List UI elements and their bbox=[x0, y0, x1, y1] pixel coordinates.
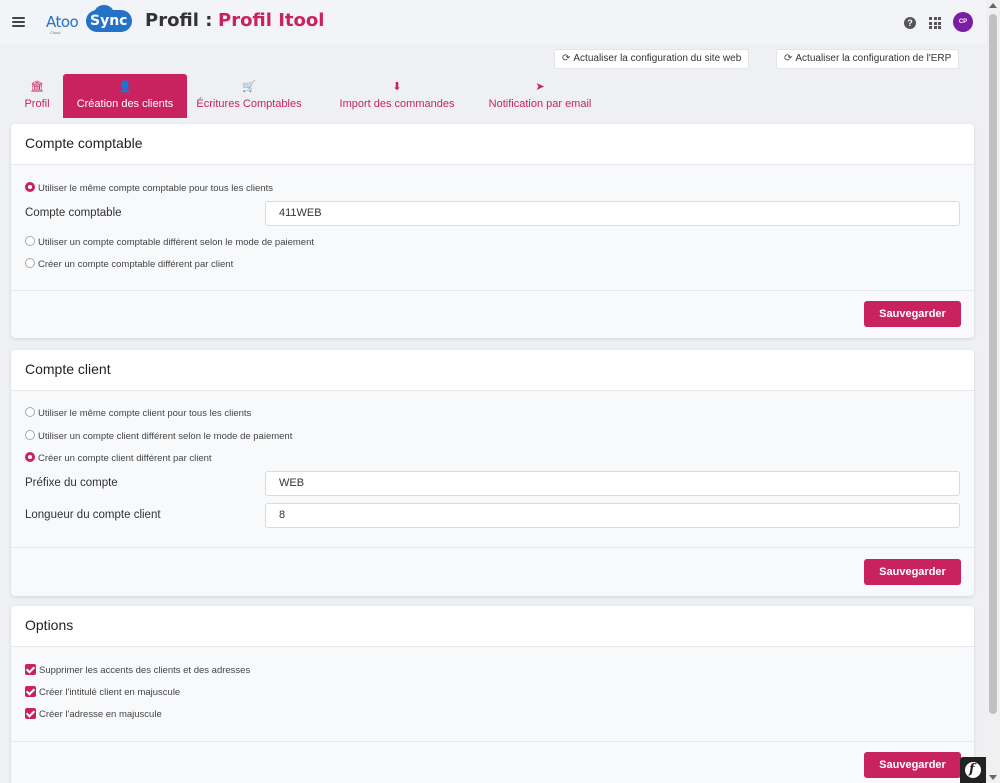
paper-plane-icon: ➤ bbox=[535, 81, 545, 93]
checkbox-checked-icon bbox=[25, 708, 36, 719]
logo-text-sync: Sync bbox=[90, 13, 128, 29]
checkbox-checked-icon bbox=[25, 686, 36, 697]
card-title: Compte comptable bbox=[25, 135, 143, 151]
save-button[interactable]: Sauvegarder bbox=[864, 752, 961, 778]
scroll-down-arrow-icon[interactable] bbox=[989, 775, 997, 780]
save-button[interactable]: Sauvegarder bbox=[864, 559, 961, 585]
tab-bar: 🏛 Profil 👤 Création des clients 🛒 Écritu… bbox=[12, 74, 712, 118]
avatar[interactable]: CP bbox=[953, 12, 973, 32]
radio-account-by-payment[interactable]: Utiliser un compte comptable différent s… bbox=[25, 236, 314, 248]
apps-grid-icon[interactable] bbox=[929, 17, 941, 29]
card-title: Compte client bbox=[25, 361, 111, 377]
compte-comptable-input[interactable]: 411WEB bbox=[265, 201, 960, 226]
tab-profil[interactable]: 🏛 Profil bbox=[12, 74, 62, 118]
logo-subtext: Cloud bbox=[50, 30, 61, 35]
page-title-prefix: Profil : bbox=[145, 10, 213, 31]
refresh-site-config-button[interactable]: ⟳ Actualiser la configuration du site web bbox=[554, 49, 750, 69]
radio-same-client-account[interactable]: Utiliser le même compte client pour tous… bbox=[25, 407, 251, 419]
radio-unchecked-icon bbox=[25, 407, 35, 417]
checkbox-uppercase-name[interactable]: Créer l'intitulé client en majuscule bbox=[25, 686, 180, 698]
tab-import-commandes[interactable]: ⬇ Import des commandes bbox=[332, 74, 462, 118]
checkbox-uppercase-address[interactable]: Créer l'adresse en majuscule bbox=[25, 708, 162, 720]
field-label: Préfixe du compte bbox=[25, 477, 118, 489]
radio-client-account-per-client[interactable]: Créer un compte client différent par cli… bbox=[25, 452, 212, 464]
checkbox-remove-accents[interactable]: Supprimer les accents des clients et des… bbox=[25, 664, 250, 676]
bank-icon: 🏛 bbox=[30, 81, 44, 93]
card-options: Options Supprimer les accents des client… bbox=[11, 606, 974, 783]
radio-checked-icon bbox=[25, 452, 35, 462]
top-bar: Atoo Sync Cloud Profil : Profil Itool ? … bbox=[0, 0, 986, 44]
radio-unchecked-icon bbox=[25, 258, 35, 268]
logo-text: Atoo bbox=[46, 13, 79, 31]
card-title: Options bbox=[25, 617, 74, 633]
scroll-thumb[interactable] bbox=[989, 14, 997, 714]
checkbox-checked-icon bbox=[25, 664, 36, 675]
refresh-icon: ⟳ bbox=[562, 53, 571, 64]
cart-icon: 🛒 bbox=[242, 81, 256, 93]
user-icon: 👤 bbox=[118, 81, 132, 93]
card-compte-comptable: Compte comptable Utiliser le même compte… bbox=[11, 124, 974, 338]
radio-same-account[interactable]: Utiliser le même compte comptable pour t… bbox=[25, 182, 273, 194]
field-label: Compte comptable bbox=[25, 207, 122, 219]
page-title: Profil Itool bbox=[218, 10, 325, 31]
card-compte-client: Compte client Utiliser le même compte cl… bbox=[11, 350, 974, 596]
download-icon: ⬇ bbox=[392, 81, 402, 93]
radio-unchecked-icon bbox=[25, 430, 35, 440]
save-button[interactable]: Sauvegarder bbox=[864, 301, 961, 327]
radio-account-per-client[interactable]: Créer un compte comptable différent par … bbox=[25, 258, 233, 270]
field-label: Longueur du compte client bbox=[25, 509, 161, 521]
scrollbar[interactable] bbox=[986, 0, 1000, 783]
help-icon[interactable]: ? bbox=[904, 17, 916, 29]
atoosync-logo[interactable]: Atoo Sync Cloud bbox=[46, 5, 134, 36]
refresh-icon: ⟳ bbox=[784, 53, 793, 64]
tab-notification-email[interactable]: ➤ Notification par email bbox=[480, 74, 600, 118]
symfony-toolbar-icon[interactable]: f bbox=[960, 757, 986, 783]
scroll-up-arrow-icon[interactable] bbox=[989, 3, 997, 8]
menu-icon[interactable] bbox=[12, 17, 25, 27]
tab-ecritures-comptables[interactable]: 🛒 Écritures Comptables bbox=[188, 74, 310, 118]
refresh-erp-config-button[interactable]: ⟳ Actualiser la configuration de l'ERP bbox=[776, 49, 960, 69]
radio-client-account-by-payment[interactable]: Utiliser un compte client différent selo… bbox=[25, 430, 292, 442]
account-length-input[interactable]: 8 bbox=[265, 503, 960, 528]
tab-creation-clients[interactable]: 👤 Création des clients bbox=[63, 74, 187, 118]
radio-unchecked-icon bbox=[25, 236, 35, 246]
radio-checked-icon bbox=[25, 182, 35, 192]
account-prefix-input[interactable]: WEB bbox=[265, 471, 960, 496]
